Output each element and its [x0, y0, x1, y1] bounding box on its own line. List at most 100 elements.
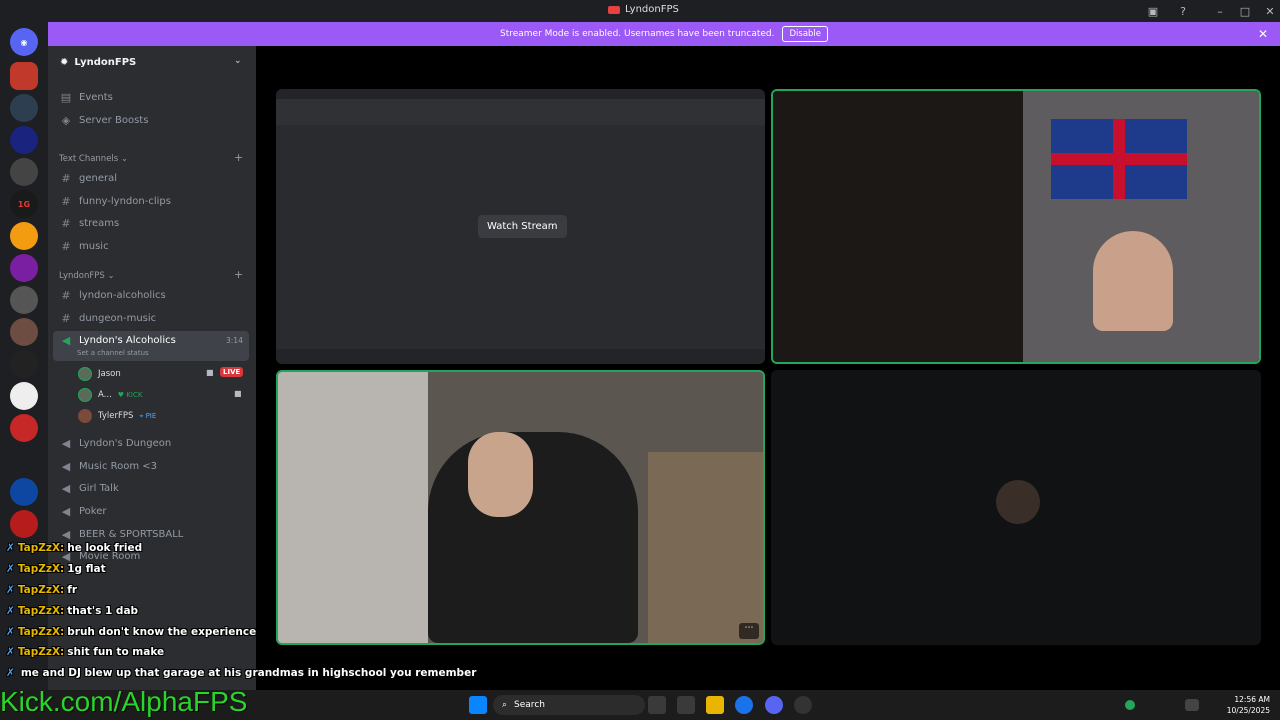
close-icon[interactable]: ✕ [1258, 27, 1268, 41]
flag-image [1051, 119, 1187, 199]
server-icon[interactable] [10, 222, 38, 250]
chrome-icon[interactable] [735, 696, 753, 714]
task-view-icon[interactable] [648, 696, 666, 714]
video-frame [773, 91, 1023, 362]
voice-channel-poker[interactable]: ◀ Poker [60, 505, 107, 518]
server-icon[interactable] [10, 414, 38, 442]
calendar-icon: ▤ [60, 91, 72, 104]
channel-music[interactable]: # music [60, 240, 108, 253]
kick-badge: ♥ KICK [117, 391, 143, 399]
watch-stream-button[interactable]: Watch Stream [478, 215, 567, 238]
server-icon[interactable] [10, 350, 38, 378]
chat-message: ✗ TapZzX: 1g flat [6, 563, 106, 575]
chat-message: ✗ TapZzX: he look fried [6, 542, 143, 554]
app-icon[interactable] [794, 696, 812, 714]
discord-icon[interactable] [765, 696, 783, 714]
voice-channel-beer-sportsball[interactable]: ◀ BEER & SPORTSBALL [60, 528, 184, 541]
server-icon[interactable] [10, 382, 38, 410]
live-badge: LIVE [220, 367, 244, 377]
person-image [1093, 231, 1173, 331]
speaker-icon: ◀ [61, 482, 71, 495]
server-icon[interactable] [10, 126, 38, 154]
pie-badge: ⌖ PIE [139, 411, 157, 420]
search-icon: ⌕ [502, 700, 508, 710]
server-icon[interactable] [10, 478, 38, 506]
maximize-button[interactable]: □ [1237, 3, 1253, 19]
more-options-icon[interactable]: ⋯ [739, 623, 759, 639]
server-settings-icon: ✹ [60, 56, 69, 68]
help-icon[interactable]: ? [1175, 3, 1191, 19]
server-icon[interactable] [10, 254, 38, 282]
wifi-icon[interactable] [1185, 699, 1199, 711]
server-icon[interactable] [10, 286, 38, 314]
speaker-icon: ◀ [61, 334, 71, 347]
video-tile[interactable] [771, 370, 1261, 645]
server-icon[interactable] [10, 158, 38, 186]
person-face [468, 432, 533, 517]
channel-streams[interactable]: # streams [60, 217, 119, 230]
server-icon[interactable] [10, 446, 38, 474]
video-tile[interactable]: ⋯ [276, 370, 765, 645]
add-channel-icon[interactable]: + [234, 268, 243, 281]
voice-channel-girl-talk[interactable]: ◀ Girl Talk [60, 482, 119, 495]
chat-message: ✗ TapZzX: that's 1 dab [6, 605, 139, 617]
speaker-icon: ◀ [61, 460, 71, 473]
app-logo-icon [608, 5, 620, 14]
avatar [78, 367, 92, 381]
minimize-button[interactable]: – [1212, 3, 1228, 19]
server-header[interactable]: ✹ LyndonFPS ⌄ [48, 46, 256, 78]
file-explorer-icon[interactable] [706, 696, 724, 714]
channel-general[interactable]: # general [60, 172, 117, 185]
windows-start-icon[interactable] [469, 696, 487, 714]
server-icon[interactable] [10, 62, 38, 90]
brand-watermark: Kick.com/AlphaFPS [0, 686, 248, 717]
voice-user[interactable]: Jason [78, 367, 121, 381]
chat-message: ✗ TapZzX: fr [6, 584, 77, 596]
banner-text: Streamer Mode is enabled. Usernames have… [499, 29, 775, 39]
voice-channel-music-room[interactable]: ◀ Music Room <3 [60, 460, 157, 473]
close-window-button[interactable]: ✕ [1262, 3, 1278, 19]
clock[interactable]: 12:56 AM 10/25/2025 [1220, 694, 1270, 716]
add-channel-icon[interactable]: + [234, 151, 243, 164]
sidebar-item-server-boosts[interactable]: ◈ Server Boosts [60, 114, 149, 127]
channel-lyndon-alcoholics[interactable]: # lyndon-alcoholics [60, 289, 165, 302]
inbox-icon[interactable]: ▣ [1145, 3, 1161, 19]
voice-channel-lyndons-alcoholics[interactable]: ◀ Lyndon's Alcoholics [60, 334, 176, 347]
category-text-channels[interactable]: Text Channels ⌄ [59, 154, 128, 164]
voice-user[interactable]: TylerFPS ⌖ PIE [78, 409, 156, 423]
voice-stage: Watch Stream ⋯ [256, 46, 1280, 690]
voice-channel-lyndons-dungeon[interactable]: ◀ Lyndon's Dungeon [60, 437, 171, 450]
server-icon[interactable] [10, 510, 38, 538]
stream-tile[interactable]: Watch Stream [276, 89, 765, 364]
taskbar-search[interactable]: ⌕ Search [493, 695, 645, 715]
camera-icon: ■ [206, 368, 214, 377]
chat-message: ✗ me and DJ blew up that garage at his gr… [6, 667, 477, 679]
boost-icon: ◈ [61, 114, 71, 127]
disable-button[interactable]: Disable [782, 26, 829, 42]
speaker-icon: ◀ [61, 505, 71, 518]
video-frame [648, 452, 763, 643]
streamer-mode-banner: Streamer Mode is enabled. Usernames have… [48, 22, 1280, 46]
server-icon[interactable] [10, 94, 38, 122]
chevron-down-icon: ⌄ [234, 56, 242, 66]
sidebar-item-events[interactable]: ▤ Events [60, 91, 113, 104]
server-icon[interactable] [10, 318, 38, 346]
voice-user[interactable]: A... ♥ KICK [78, 388, 142, 402]
camera-icon: ■ [234, 389, 242, 398]
channel-funny-lyndon-clips[interactable]: # funny-lyndon-clips [60, 195, 171, 208]
channel-dungeon-music[interactable]: # dungeon-music [60, 312, 156, 325]
video-frame [278, 372, 428, 643]
video-tile[interactable] [771, 89, 1261, 364]
discord-home-icon[interactable]: ◉ [10, 28, 38, 56]
person-image [428, 432, 638, 643]
server-icon[interactable]: 1G [10, 190, 38, 218]
server-name: LyndonFPS [74, 56, 137, 68]
avatar [996, 480, 1040, 524]
category-lyndonfps[interactable]: LyndonFPS ⌄ [59, 271, 115, 281]
title-bar: LyndonFPS ▣ ? – □ ✕ [0, 0, 1280, 22]
store-icon[interactable] [677, 696, 695, 714]
stream-preview-toolbar [276, 99, 765, 125]
avatar [78, 388, 92, 402]
status-icon[interactable] [1125, 700, 1135, 710]
channel-status[interactable]: Set a channel status [77, 349, 149, 357]
